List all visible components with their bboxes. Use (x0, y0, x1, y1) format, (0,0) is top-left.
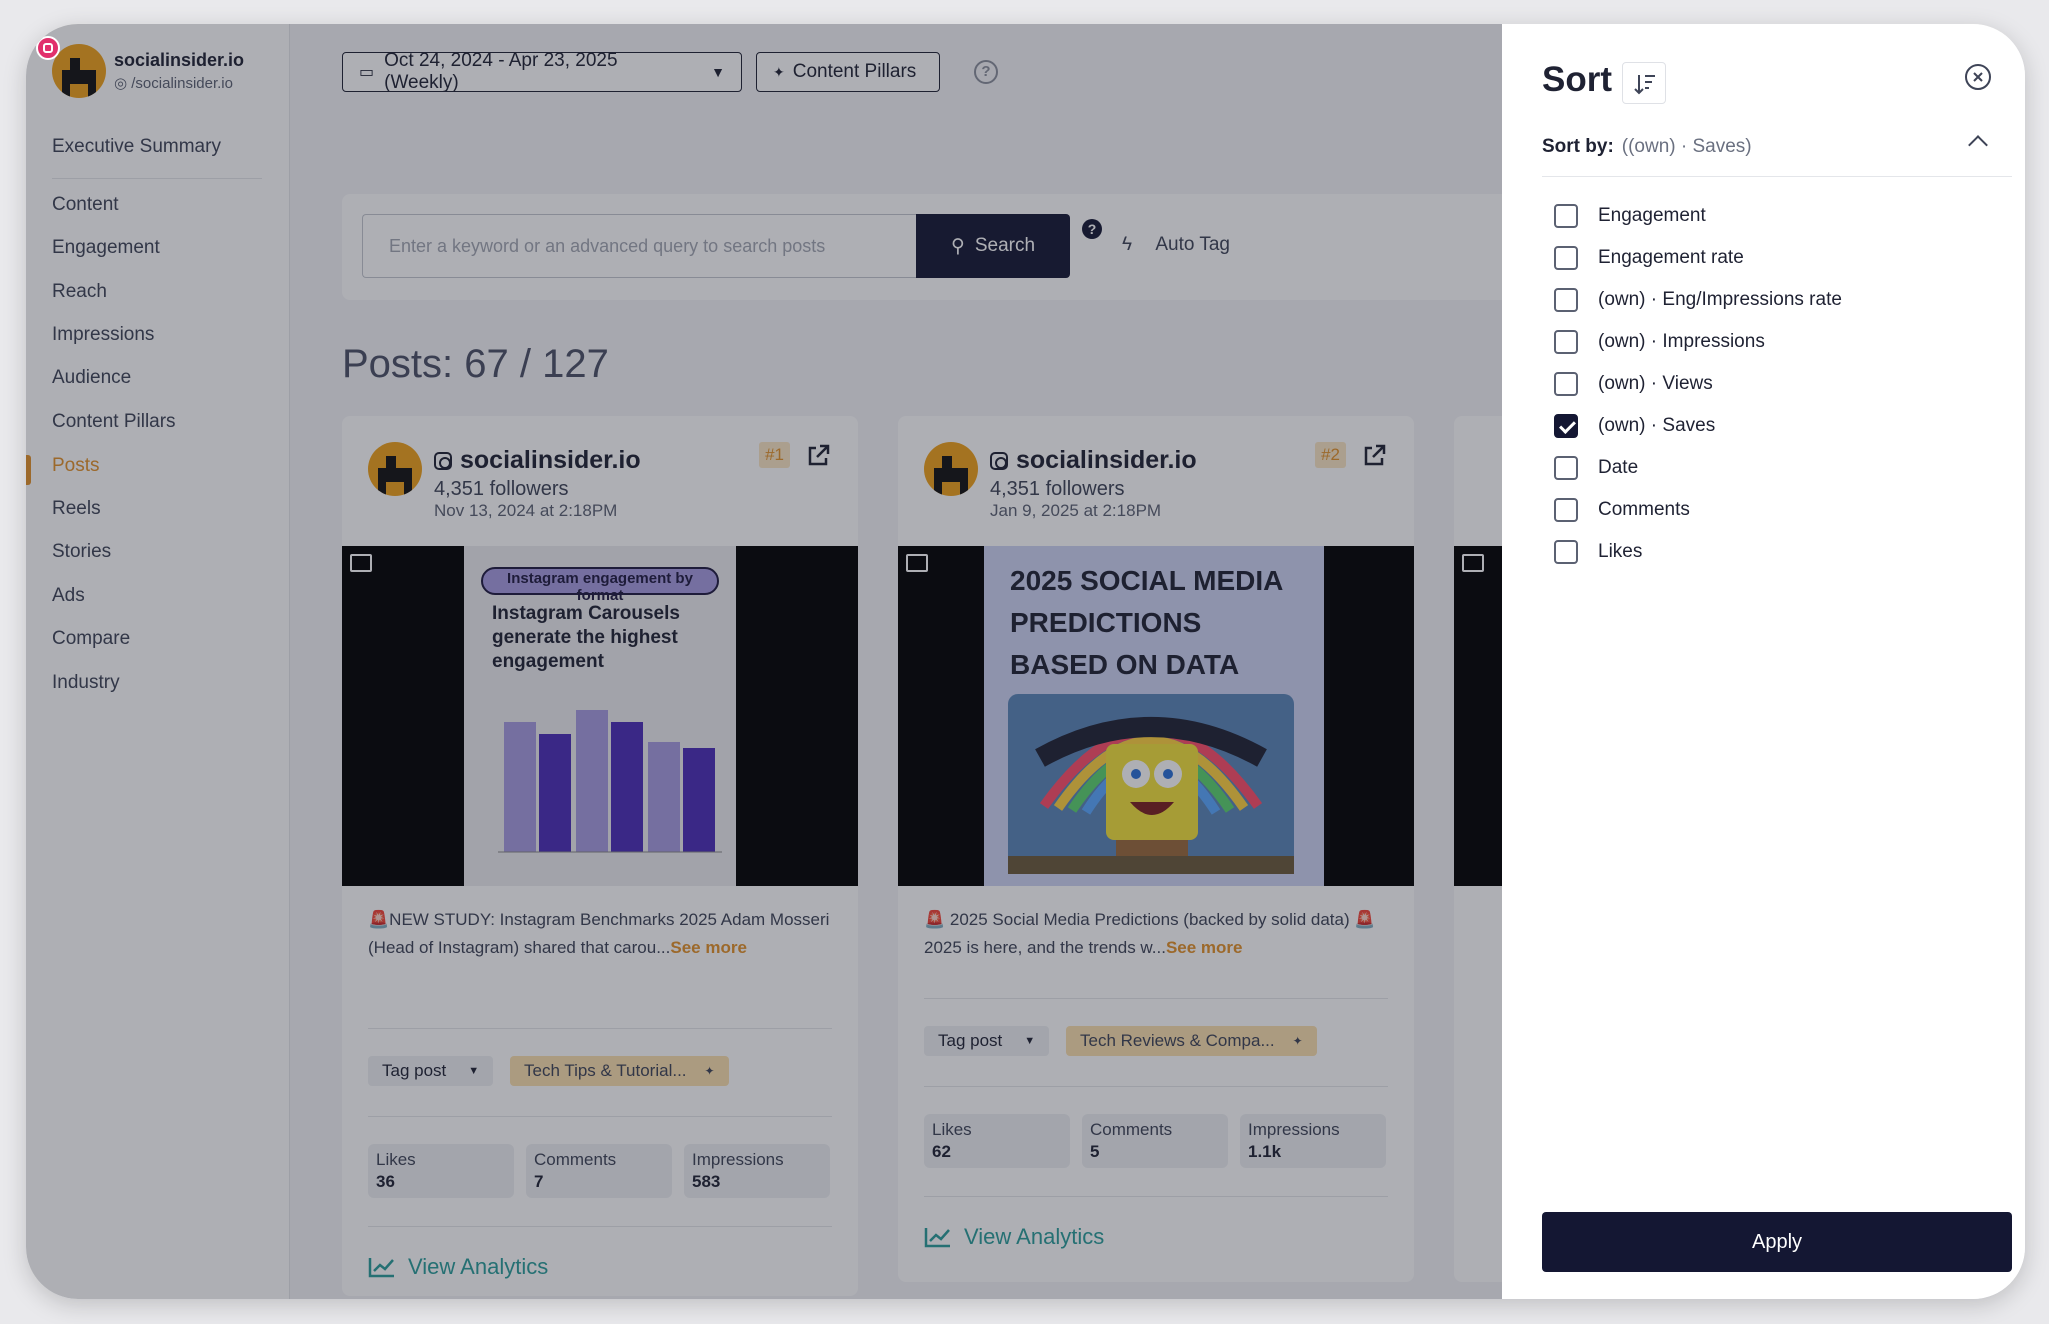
sort-option-date[interactable]: Date (1554, 456, 1638, 480)
sort-option-label: Comments (1598, 499, 1690, 520)
checkbox[interactable] (1554, 288, 1578, 312)
apply-button[interactable]: Apply (1542, 1212, 2012, 1272)
checkbox[interactable] (1554, 204, 1578, 228)
sort-panel: Sort Sort by: ((own) · Saves) Engagement (1502, 24, 2025, 1299)
sort-by-header[interactable]: Sort by: ((own) · Saves) (1542, 136, 1752, 158)
checkbox[interactable] (1554, 372, 1578, 396)
chevron-up-icon[interactable] (1968, 135, 1988, 155)
sort-option-likes[interactable]: Likes (1554, 540, 1642, 564)
sort-option-eng-impressions-rate[interactable]: (own) · Eng/Impressions rate (1554, 288, 1842, 312)
sort-title: Sort (1542, 60, 1612, 99)
sort-by-label: Sort by: (1542, 136, 1614, 157)
checkbox[interactable] (1554, 456, 1578, 480)
sort-option-label: Engagement (1598, 205, 1706, 226)
checkbox-checked[interactable] (1554, 414, 1578, 438)
divider (1542, 176, 2012, 177)
sort-option-label: (own) · Views (1598, 373, 1713, 394)
sort-option-label: Engagement rate (1598, 247, 1744, 268)
sort-option-comments[interactable]: Comments (1554, 498, 1690, 522)
sort-by-value: ((own) · Saves) (1621, 136, 1752, 157)
sort-option-label: Likes (1598, 541, 1643, 562)
app-window: socialinsider.io ◎ /socialinsider.io Exe… (26, 24, 2025, 1299)
checkbox[interactable] (1554, 540, 1578, 564)
sort-option-impressions[interactable]: (own) · Impressions (1554, 330, 1765, 354)
checkbox[interactable] (1554, 246, 1578, 270)
modal-backdrop[interactable] (26, 24, 1502, 1299)
checkbox[interactable] (1554, 330, 1578, 354)
checkbox[interactable] (1554, 498, 1578, 522)
sort-option-engagement[interactable]: Engagement (1554, 204, 1706, 228)
sort-icon[interactable] (1622, 62, 1666, 104)
close-icon[interactable] (1965, 64, 1991, 90)
sort-option-label: (own) · Saves (1598, 415, 1716, 436)
sort-option-label: (own) · Impressions (1598, 331, 1765, 352)
sort-option-saves[interactable]: (own) · Saves (1554, 414, 1715, 438)
sort-option-views[interactable]: (own) · Views (1554, 372, 1713, 396)
sort-option-engagement-rate[interactable]: Engagement rate (1554, 246, 1744, 270)
sort-option-label: (own) · Eng/Impressions rate (1598, 289, 1842, 310)
instagram-icon (36, 36, 60, 60)
sort-option-label: Date (1598, 457, 1639, 478)
